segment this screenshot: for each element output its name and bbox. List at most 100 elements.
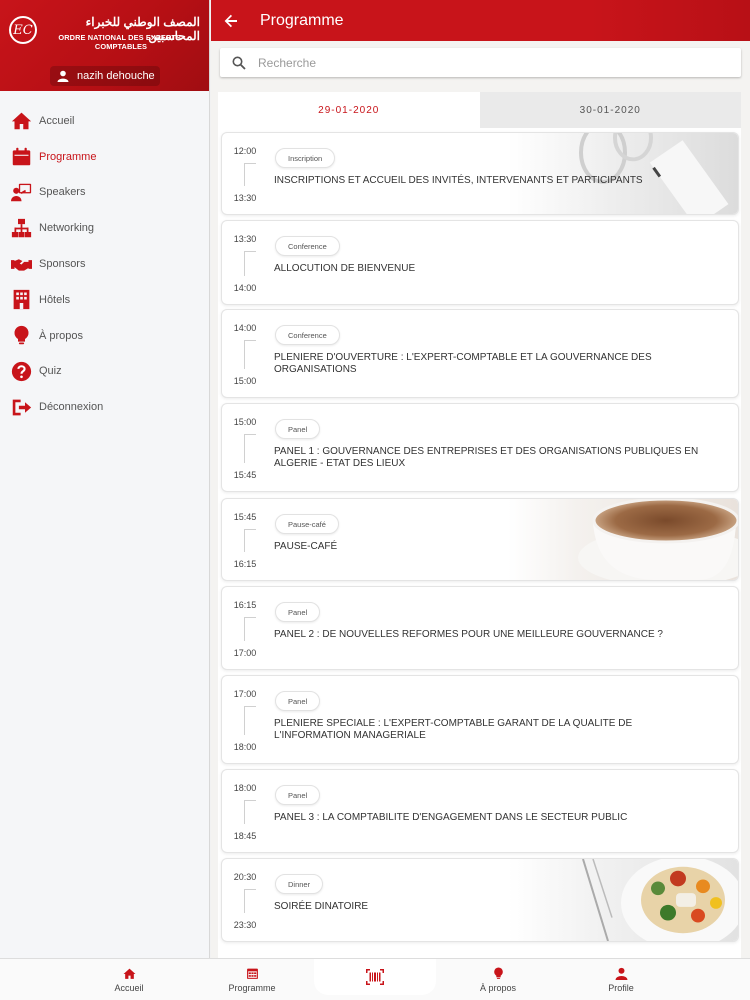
sidebar-item-networking[interactable]: Networking [0, 210, 209, 246]
sidebar-item-label: Speakers [39, 186, 86, 199]
session-type-badge: Conference [275, 325, 340, 345]
session-card[interactable]: 16:15 17:00 Panel PANEL 2 : DE NOUVELLES… [221, 586, 739, 670]
network-icon [11, 218, 32, 238]
user-icon [615, 967, 627, 980]
tab-day-1[interactable]: 29-01-2020 [218, 92, 480, 128]
session-type-badge: Panel [275, 419, 321, 439]
sidebar-item-accueil[interactable]: Accueil [0, 103, 209, 139]
session-card[interactable]: 18:00 18:45 Panel PANEL 3 : LA COMPTABIL… [221, 769, 739, 853]
timeline-line [244, 706, 245, 735]
session-start-time: 17:00 [233, 689, 257, 699]
search-bar [220, 48, 741, 77]
org-name-french: ORDRE NATIONAL DES EXPERTS-COMPTABLES [58, 33, 184, 51]
calendar-icon [12, 147, 31, 166]
session-end-time: 13:30 [233, 193, 257, 203]
session-card[interactable]: 15:00 15:45 Panel PANEL 1 : GOUVERNANCE … [221, 403, 739, 492]
session-end-time: 14:00 [233, 283, 257, 293]
arrow-left-icon [224, 14, 237, 27]
timeline-tick [244, 617, 256, 618]
session-start-time: 16:15 [233, 600, 257, 610]
session-start-time: 18:00 [233, 783, 257, 793]
session-card[interactable]: 14:00 15:00 Conference PLENIERE D'OUVERT… [221, 309, 739, 398]
session-title: PANEL 2 : DE NOUVELLES REFORMES POUR UNE… [274, 629, 663, 640]
session-card[interactable]: 17:00 18:00 Panel PLENIERE SPECIALE : L'… [221, 675, 739, 764]
user-name: nazih dehouche [77, 70, 155, 82]
timeline-line [244, 617, 245, 641]
presenter-icon [11, 183, 32, 202]
timeline-line [244, 251, 245, 276]
session-start-time: 20:30 [233, 872, 257, 882]
session-title: PANEL 1 : GOUVERNANCE DES ENTREPRISES ET… [274, 446, 699, 469]
session-card[interactable]: 15:45 16:15 Pause-café PAUSE-CAFÉ [221, 498, 739, 581]
session-start-time: 12:00 [233, 146, 257, 156]
sidebar-item-sponsors[interactable]: Sponsors [0, 246, 209, 282]
calendar-icon [246, 968, 258, 979]
timeline-tick [244, 706, 256, 707]
timeline-line [244, 340, 245, 369]
back-button[interactable] [211, 0, 251, 41]
sidebar-item-label: Sponsors [39, 258, 86, 271]
timeline-line [244, 800, 245, 824]
lightbulb-icon [493, 967, 503, 979]
user-profile-pill[interactable]: nazih dehouche [50, 66, 160, 86]
sidebar: EC المصف الوطني للخبراء المحاسبين ORDRE … [0, 0, 210, 958]
session-end-time: 17:00 [233, 648, 257, 658]
tab-day-2[interactable]: 30-01-2020 [479, 92, 741, 128]
session-end-time: 23:30 [233, 920, 257, 930]
session-title: PLENIERE SPECIALE : L'EXPERT-COMPTABLE G… [274, 718, 633, 741]
session-title: PAUSE-CAFÉ [274, 541, 338, 552]
sidebar-item-quiz[interactable]: Quiz [0, 354, 209, 390]
session-card[interactable]: 20:30 23:30 Dinner SOIRÉE DINATOIRE [221, 858, 739, 942]
sidebar-item-label: Accueil [39, 114, 75, 127]
session-title: PANEL 3 : LA COMPTABILITE D'ENGAGEMENT D… [274, 812, 628, 823]
bottom-nav-label: Programme [228, 983, 276, 993]
sidebar-item-hotels[interactable]: Hôtels [0, 282, 209, 318]
bottom-nav-label: Accueil [114, 983, 144, 993]
timeline-line [244, 529, 245, 552]
timeline-tick [244, 251, 256, 252]
session-end-time: 15:45 [233, 470, 257, 480]
session-start-time: 15:00 [233, 417, 257, 427]
page-title: Programme [260, 11, 344, 29]
sidebar-item-deconnexion[interactable]: Déconnexion [0, 389, 209, 425]
desk-image [508, 133, 738, 214]
timeline-tick [244, 434, 256, 435]
sidebar-item-label: Quiz [39, 365, 62, 378]
session-start-time: 15:45 [233, 512, 257, 522]
bottom-nav-accueil[interactable]: Accueil [98, 959, 160, 1000]
sidebar-item-label: Programme [39, 150, 97, 163]
session-type-badge: Inscription [275, 148, 336, 168]
sidebar-item-a-propos[interactable]: À propos [0, 318, 209, 354]
sidebar-item-programme[interactable]: Programme [0, 139, 209, 175]
bottom-nav-profile[interactable]: Profile [590, 959, 652, 1000]
session-title: ALLOCUTION DE BIENVENUE [274, 263, 416, 274]
session-end-time: 16:15 [233, 559, 257, 569]
session-end-time: 15:00 [233, 376, 257, 386]
logout-icon [12, 399, 32, 416]
session-card[interactable]: 13:30 14:00 Conference ALLOCUTION DE BIE… [221, 220, 739, 305]
session-title: PLENIERE D'OUVERTURE : L'EXPERT-COMPTABL… [274, 352, 652, 375]
top-app-bar: Programme [211, 0, 750, 41]
sidebar-item-label: Networking [39, 222, 95, 235]
hotel-icon [13, 290, 30, 310]
user-icon [57, 70, 69, 82]
session-type-badge: Panel [275, 602, 321, 622]
question-icon [11, 361, 32, 382]
timeline-line [244, 889, 245, 913]
bottom-nav-a-propos[interactable]: À propos [466, 959, 530, 1000]
sidebar-nav: Accueil Programme Speakers Networking Sp… [0, 91, 209, 425]
session-card[interactable]: 12:00 13:30 Inscription INSCRIPTIONS ET … [221, 132, 739, 215]
scan-button[interactable] [314, 959, 436, 995]
coffee-image [508, 499, 738, 580]
search-input[interactable] [258, 55, 741, 70]
bottom-nav-label: À propos [479, 983, 517, 993]
session-title: SOIRÉE DINATOIRE [274, 901, 369, 912]
programme-panel: 29-01-2020 30-01-2020 12:00 13:30 Inscri… [218, 92, 741, 958]
timeline-line [244, 163, 245, 186]
sidebar-item-label: Hôtels [39, 293, 71, 306]
sidebar-item-speakers[interactable]: Speakers [0, 175, 209, 211]
timeline-tick [244, 163, 256, 164]
timeline-tick [244, 800, 256, 801]
barcode-scan-icon [366, 969, 384, 985]
bottom-nav-programme[interactable]: Programme [218, 959, 286, 1000]
